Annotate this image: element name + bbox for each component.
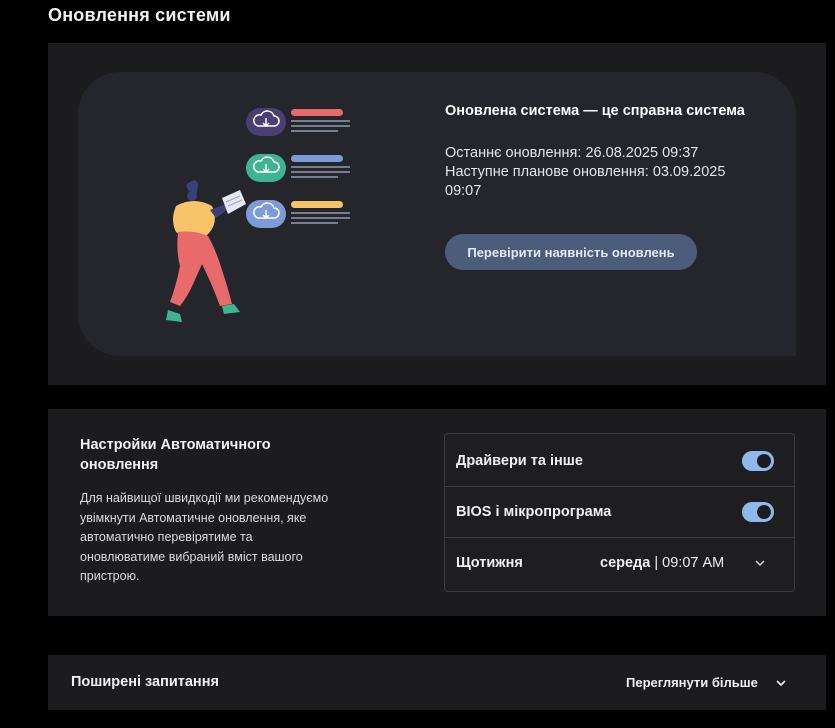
auto-update-panel: Настройки Автоматичного оновлення Для на… xyxy=(48,409,826,616)
schedule-label: Щотижня xyxy=(456,555,523,571)
chevron-down-icon[interactable] xyxy=(775,677,787,689)
drivers-toggle[interactable] xyxy=(742,451,774,471)
toggle-knob xyxy=(757,505,771,519)
setting-label: Драйвери та інше xyxy=(456,453,583,469)
update-status-panel: Оновлена система — це справна система Ос… xyxy=(48,43,826,385)
cloud-download-icon xyxy=(246,154,286,182)
auto-update-settings: Драйвери та інше BIOS і мікропрограма Що… xyxy=(444,433,795,592)
view-more-link[interactable]: Переглянути більше xyxy=(626,675,758,690)
toggle-knob xyxy=(757,454,771,468)
setting-label: BIOS і мікропрограма xyxy=(456,504,612,520)
bios-toggle[interactable] xyxy=(742,502,774,522)
schedule-time: 09:07 AM xyxy=(662,555,725,571)
cloud-download-icon xyxy=(246,108,286,136)
faq-panel[interactable]: Поширені запитання Переглянути більше xyxy=(48,655,826,710)
schedule-value: середа | 09:07 AM xyxy=(600,555,724,571)
update-info: Оновлена система — це справна система Ос… xyxy=(445,103,775,201)
schedule-dropdown[interactable]: Щотижня середа | 09:07 AM xyxy=(445,537,794,588)
last-update-text: Останнє оновлення: 26.08.2025 09:37 xyxy=(445,145,699,161)
chevron-down-icon xyxy=(755,560,765,567)
auto-update-title: Настройки Автоматичного оновлення xyxy=(80,437,271,473)
auto-update-description: Для найвищої швидкодії ми рекомендуємо у… xyxy=(80,491,329,583)
check-updates-button[interactable]: Перевірити наявність оновлень xyxy=(445,234,697,270)
person-figure xyxy=(166,180,246,322)
update-illustration xyxy=(166,108,350,322)
next-update-time: 09:07 xyxy=(445,183,482,199)
page-title: Оновлення системи xyxy=(48,5,231,25)
update-status-card: Оновлена система — це справна система Ос… xyxy=(78,72,796,356)
faq-title: Поширені запитання xyxy=(71,674,219,690)
schedule-day: середа xyxy=(600,555,651,571)
setting-row-drivers: Драйвери та інше xyxy=(445,436,794,486)
next-update-text: Наступне планове оновлення: 03.09.2025 xyxy=(445,164,726,180)
cloud-download-icon xyxy=(246,200,286,228)
update-heading: Оновлена система — це справна система xyxy=(445,103,745,119)
schedule-separator: | xyxy=(650,555,663,571)
setting-row-bios: BIOS і мікропрограма xyxy=(445,486,794,537)
